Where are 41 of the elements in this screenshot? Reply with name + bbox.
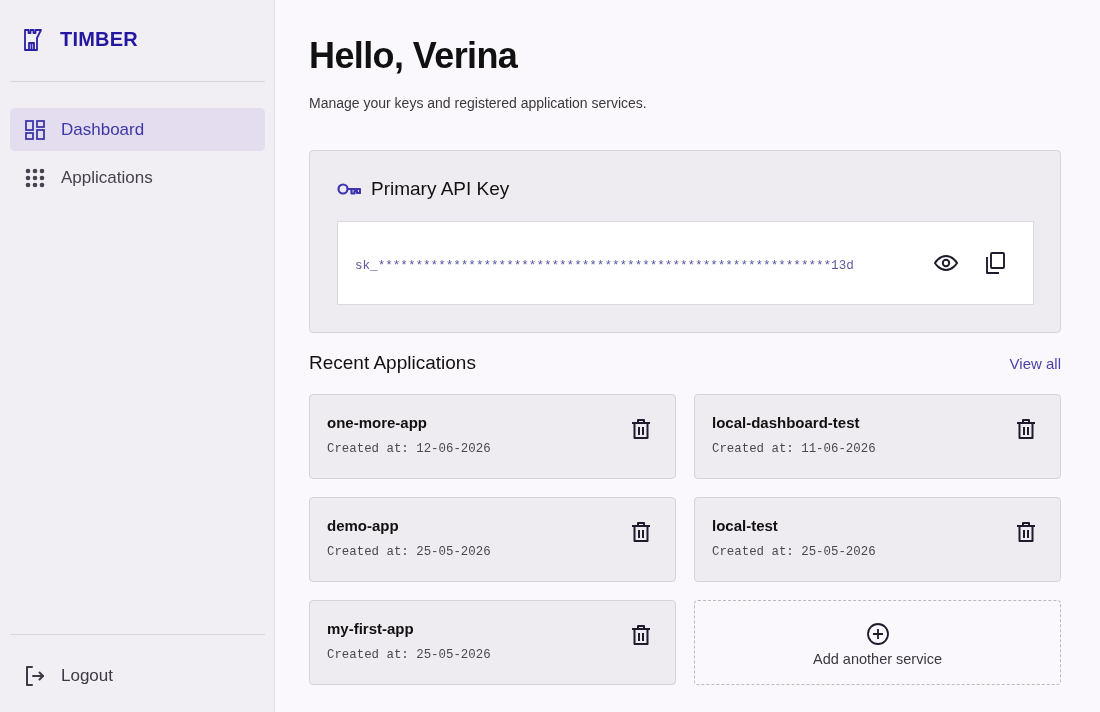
castle-tower-icon [24, 28, 42, 51]
trash-icon [632, 419, 650, 439]
app-name: my-first-app [327, 620, 415, 638]
dashboard-icon [25, 119, 45, 140]
eye-icon [934, 255, 958, 271]
trash-icon [632, 522, 650, 542]
view-all-link[interactable]: View all [1009, 354, 1061, 372]
api-key-value: sk_************************************************************13d [355, 257, 854, 273]
logout-link[interactable]: Logout [10, 654, 265, 697]
section-heading: Recent Applications [309, 352, 476, 374]
created-date: Created at: 25-05-2026 [327, 544, 491, 560]
created-date: Created at: 12-06-2026 [327, 441, 491, 457]
key-icon [337, 182, 361, 196]
app-name: one-more-app [327, 414, 428, 432]
trash-icon [1017, 522, 1035, 542]
greeting-heading: Hello, Verina [309, 34, 519, 78]
reveal-button[interactable] [934, 255, 958, 271]
created-date: Created at: 25-05-2026 [327, 647, 491, 663]
trash-icon [1017, 419, 1035, 439]
dots-grid-icon [25, 167, 45, 188]
trash-icon [632, 625, 650, 645]
add-service-button[interactable]: Add another service [694, 600, 1061, 685]
app-name: demo-app [327, 517, 400, 535]
delete-button[interactable] [1017, 419, 1035, 439]
nav-item[interactable]: Applications [10, 156, 265, 199]
delete-button[interactable] [1017, 522, 1035, 542]
created-date: Created at: 25-05-2026 [712, 544, 876, 560]
subtitle-text: Manage your keys and registered application services. [309, 94, 648, 113]
brand-name: TIMBER [60, 28, 138, 51]
delete-button[interactable] [632, 625, 650, 645]
plus-circle-icon [866, 622, 889, 645]
copy-button[interactable] [985, 252, 1005, 274]
delete-button[interactable] [632, 522, 650, 542]
panel-title: Primary API Key [371, 178, 510, 200]
copy-icon [985, 252, 1005, 274]
delete-button[interactable] [632, 419, 650, 439]
created-date: Created at: 11-06-2026 [712, 441, 876, 457]
app-name: local-dashboard-test [712, 414, 861, 432]
app-name: local-test [712, 517, 779, 535]
logout-icon [25, 665, 45, 686]
nav-item[interactable]: Dashboard [10, 108, 265, 151]
